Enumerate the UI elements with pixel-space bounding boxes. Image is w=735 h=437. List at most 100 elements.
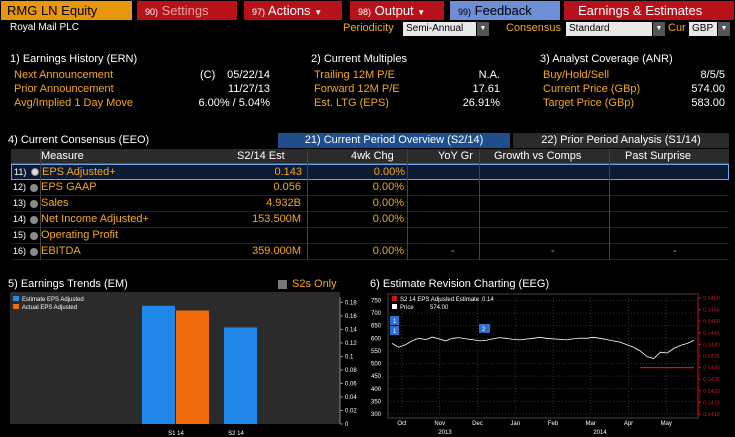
- right-y-tick-label: 0.1425: [703, 377, 720, 383]
- row-number: 12): [13, 182, 27, 192]
- trailing-pe-row: Trailing 12M P/E N.A.: [314, 68, 500, 82]
- y-tick-label: 0.08: [345, 368, 357, 374]
- y-tick-label: 0.02: [345, 408, 357, 414]
- tab-prior-period[interactable]: 22) Prior Period Analysis (S1/14): [513, 133, 729, 148]
- consensus-table-header: Measure S2/14 Est 4wk Chg YoY Gr Growth …: [11, 149, 729, 164]
- legend-swatch-estimate: [13, 296, 19, 301]
- actions-button[interactable]: 97) Actions ▼: [244, 1, 342, 20]
- estimate-value: 0.143: [274, 166, 302, 178]
- estimate-revision-chart: S2 14 EPS Adjusted Estimate 0.14 Price 5…: [371, 293, 720, 436]
- col-measure[interactable]: Measure: [41, 149, 84, 164]
- x-tick-label: S2 14: [228, 431, 244, 437]
- chg-value: 0.00%: [372, 197, 404, 209]
- chevron-down-icon[interactable]: ▼: [477, 22, 489, 36]
- radio-icon[interactable]: [30, 200, 38, 208]
- table-row[interactable]: 14) Net Income Adjusted+ 153.500M 0.00%: [11, 212, 729, 228]
- col-growth-vs-comps[interactable]: Growth vs Comps: [494, 149, 581, 164]
- consensus-table-body: 11) EPS Adjusted+ 0.143 0.00% 12) EPS GA…: [11, 164, 729, 260]
- table-row[interactable]: 12) EPS GAAP 0.056 0.00%: [11, 180, 729, 196]
- table-row[interactable]: 13) Sales 4.932B 0.00%: [11, 196, 729, 212]
- table-row[interactable]: 11) EPS Adjusted+ 0.143 0.00%: [11, 164, 729, 180]
- next-announcement-row: Next Announcement (C) 05/22/14: [14, 68, 274, 82]
- y-tick-label: 0.06: [345, 381, 357, 387]
- y-tick-label: 0.1: [345, 354, 354, 360]
- company-name: Royal Mail PLC: [10, 22, 79, 33]
- x-tick-label: S1 14: [168, 431, 184, 437]
- current-price-row: Current Price (GBp) 574.00: [543, 82, 725, 96]
- current-multiples-title: 2) Current Multiples: [311, 53, 407, 65]
- chg-value: 0.00%: [372, 181, 404, 193]
- measure-label: Operating Profit: [41, 229, 119, 241]
- radio-icon[interactable]: [30, 232, 38, 240]
- chart-plot-area: [387, 293, 699, 419]
- earnings-trends-title: 5) Earnings Trends (EM): [8, 278, 128, 290]
- row-number: 16): [13, 246, 27, 256]
- current-price-label[interactable]: Current Price (GBp): [543, 83, 640, 95]
- consensus-select[interactable]: Standard: [566, 22, 652, 36]
- radio-icon[interactable]: [30, 248, 38, 256]
- table-row[interactable]: 16) EBITDA 359.000M 0.00% - - -: [11, 244, 729, 260]
- radio-icon[interactable]: [30, 184, 38, 192]
- ltg-value: 26.91%: [462, 97, 500, 109]
- col-yoy-gr[interactable]: YoY Gr: [438, 149, 473, 164]
- prior-announcement-label[interactable]: Prior Announcement: [14, 83, 114, 95]
- buy-hold-sell-row: Buy/Hold/Sell 8/5/5: [543, 68, 725, 82]
- row-number: 14): [13, 214, 27, 224]
- column-divider: [307, 149, 308, 260]
- col-4wk-chg[interactable]: 4wk Chg: [351, 149, 394, 164]
- currency-select[interactable]: GBP: [689, 22, 717, 36]
- chg-value: 0.00%: [372, 245, 404, 257]
- consensus-title: 4) Current Consensus (EEO): [8, 134, 150, 146]
- surprise-value: -: [673, 245, 677, 257]
- output-button[interactable]: 98) Output ▼: [350, 1, 444, 20]
- next-announcement-label[interactable]: Next Announcement: [14, 69, 113, 81]
- s2s-only-label[interactable]: S2s Only: [292, 278, 337, 290]
- feedback-button[interactable]: 99) Feedback: [450, 1, 560, 20]
- row-number: 15): [13, 230, 27, 240]
- buy-hold-sell-label[interactable]: Buy/Hold/Sell: [543, 69, 609, 81]
- avg-move-label[interactable]: Avg/Implied 1 Day Move: [14, 97, 133, 109]
- target-price-label[interactable]: Target Price (GBp): [543, 97, 634, 109]
- right-y-tick-label: 0.1450: [703, 319, 720, 325]
- col-past-surprise[interactable]: Past Surprise: [625, 149, 691, 164]
- ltg-label[interactable]: Est. LTG (EPS): [314, 97, 389, 109]
- legend-price-value: 574.00: [430, 305, 449, 311]
- trailing-pe-value: N.A.: [478, 69, 500, 81]
- measure-label: Net Income Adjusted+: [41, 213, 149, 225]
- left-y-tick-label: 750: [371, 299, 382, 305]
- table-row[interactable]: 15) Operating Profit: [11, 228, 729, 244]
- ticker-field[interactable]: RMG LN Equity: [1, 1, 132, 20]
- next-announcement-value: 05/22/14: [227, 69, 270, 81]
- target-price-value: 583.00: [691, 97, 725, 109]
- chg-value: 0.00%: [373, 166, 405, 178]
- avg-move-row: Avg/Implied 1 Day Move 6.00% / 5.04%: [14, 96, 274, 110]
- forward-pe-label[interactable]: Forward 12M P/E: [314, 83, 400, 95]
- tab-current-period[interactable]: 21) Current Period Overview (S2/14): [278, 133, 510, 148]
- col-estimate[interactable]: S2/14 Est: [237, 149, 285, 164]
- trailing-pe-label[interactable]: Trailing 12M P/E: [314, 69, 395, 81]
- chevron-down-icon: ▼: [314, 8, 323, 17]
- radio-icon[interactable]: [30, 216, 38, 224]
- bar-estimate-eps-adjusted: [224, 327, 257, 424]
- forward-pe-value: 17.61: [472, 83, 500, 95]
- left-y-tick-label: 500: [371, 362, 382, 368]
- current-multiples-panel: Trailing 12M P/E N.A. Forward 12M P/E 17…: [314, 68, 500, 110]
- row-number: 11): [14, 167, 27, 177]
- measure-label: Sales: [41, 197, 69, 209]
- measure-label: EBITDA: [41, 245, 81, 257]
- radio-selected-icon[interactable]: [31, 168, 39, 176]
- settings-button[interactable]: 90) Settings: [137, 1, 237, 20]
- legend-estimate: Estimate EPS Adjusted: [22, 297, 84, 303]
- left-y-tick-label: 400: [371, 387, 382, 393]
- legend-swatch-estimate: [392, 296, 397, 301]
- chevron-down-icon[interactable]: ▼: [718, 22, 730, 36]
- periodicity-label: Periodicity: [343, 22, 394, 34]
- x-tick-label: Apr: [624, 421, 633, 427]
- chevron-down-icon[interactable]: ▼: [653, 22, 665, 36]
- x-tick-label: May: [661, 421, 672, 427]
- left-y-tick-label: 550: [371, 349, 382, 355]
- actions-num: 97): [252, 7, 266, 17]
- checkbox-icon[interactable]: [278, 280, 287, 289]
- y-tick-label: 0.04: [345, 395, 357, 401]
- periodicity-select[interactable]: Semi-Annual: [403, 22, 476, 36]
